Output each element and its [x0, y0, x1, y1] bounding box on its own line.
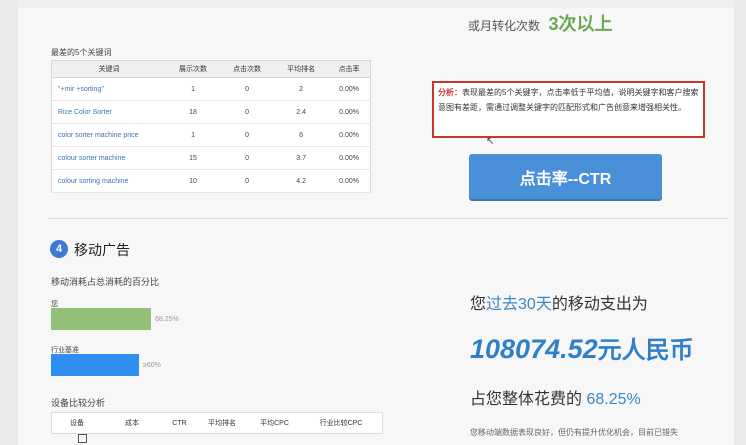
bar-percent-benchmark: ≥60% [143, 362, 161, 369]
keyword-link[interactable]: Rice Color Sorter [51, 100, 166, 124]
table-cell: 0.00% [328, 146, 371, 170]
keywords-title: 最差的5个关键词 [51, 48, 112, 57]
mobile-spend-line: 您过去30天的移动支出为 [470, 290, 648, 314]
mouse-cursor-icon: ↖ [486, 136, 495, 147]
device-compare-title: 设备比较分析 [51, 398, 106, 408]
conversion-label: 或月转化次数 [468, 19, 541, 33]
analysis-label: 分析： [438, 88, 462, 97]
table-cell: 0 [220, 169, 275, 193]
table-cell: 6 [274, 123, 329, 147]
col-clicks: 点击次数 [220, 60, 275, 78]
col-industry-cpc: 行业比较CPC [319, 420, 363, 427]
spend-period: 过去30天 [486, 296, 552, 313]
table-cell: 0 [220, 77, 275, 101]
col-device: 设备 [70, 420, 84, 427]
keyword-link[interactable]: "+mir +sorting" [51, 77, 166, 101]
col-ctr: 点击率 [328, 60, 371, 78]
keywords-table: 关键词 展示次数 点击次数 平均排名 点击率 "+mir +sorting" 1… [51, 60, 371, 193]
col-keyword: 关键词 [51, 60, 166, 78]
share-percent: 68.25% [586, 391, 641, 408]
table-cell: 0.00% [328, 100, 371, 124]
spend-prefix: 您 [470, 296, 487, 313]
report-page: 或月转化次数 3次以上 最差的5个关键词 关键词 展示次数 点击次数 平均排名 … [18, 0, 734, 445]
table-header-row: 关键词 展示次数 点击次数 平均排名 点击率 [51, 60, 371, 78]
table-cell: 2.4 [274, 100, 329, 124]
spend-suffix: 的移动支出为 [551, 296, 648, 313]
table-cell: 3.7 [274, 146, 329, 170]
ctr-button[interactable]: 点击率--CTR [469, 154, 662, 199]
device-checkbox-icon [78, 434, 87, 443]
col-avg-rank: 平均排名 [274, 60, 329, 78]
conversion-summary: 或月转化次数 3次以上 [468, 10, 612, 36]
table-row: color sorter machine price 1 0 6 0.00% [51, 123, 371, 147]
table-cell: 18 [166, 100, 221, 124]
share-prefix: 占您整体花费的 [470, 391, 583, 408]
table-cell: 1 [166, 77, 221, 101]
section-divider [48, 218, 728, 219]
table-row: Rice Color Sorter 18 0 2.4 0.00% [51, 100, 371, 124]
keyword-link[interactable]: colour sorter machine [51, 146, 166, 170]
footer-note: 您移动端数据表现良好，但仍有提升优化机会，目前已错失 [470, 428, 678, 437]
bar-you [51, 308, 151, 330]
analysis-text: 表现最差的5个关键字，点击率低于平均值，说明关键字和客户搜索意图有差距，需通过调… [438, 88, 699, 112]
mobile-spend-amount: 108074.52元人民币 [470, 330, 694, 365]
table-cell: 0 [220, 146, 275, 170]
col-avg-rank: 平均排名 [208, 420, 236, 427]
table-cell: 10 [166, 169, 221, 193]
col-cost: 成本 [125, 420, 139, 427]
col-impressions: 展示次数 [166, 60, 221, 78]
amount-currency: 元人民币 [597, 337, 694, 364]
table-cell: 2 [274, 77, 329, 101]
col-avg-cpc: 平均CPC [260, 420, 289, 427]
table-row: colour sorting machine 10 0 4.2 0.00% [51, 169, 371, 193]
table-row: colour sorter machine 15 0 3.7 0.00% [51, 146, 371, 170]
device-table-header: 设备 成本 CTR 平均排名 平均CPC 行业比较CPC [51, 412, 383, 434]
table-cell: 15 [166, 146, 221, 170]
table-cell: 0 [220, 123, 275, 147]
conversion-value: 3次以上 [548, 14, 613, 34]
spend-share-line: 占您整体花费的 68.25% [470, 385, 641, 409]
bar-percent-you: 68.25% [155, 316, 179, 323]
table-cell: 0 [220, 100, 275, 124]
table-row: "+mir +sorting" 1 0 2 0.00% [51, 77, 371, 101]
bar-benchmark [51, 354, 139, 376]
table-cell: 0.00% [328, 123, 371, 147]
mobile-share-subtitle: 移动消耗占总消耗的百分比 [51, 277, 160, 287]
amount-number: 108074.52 [470, 334, 598, 364]
table-cell: 0.00% [328, 77, 371, 101]
section-title: 移动广告 [74, 242, 130, 258]
table-cell: 1 [166, 123, 221, 147]
keyword-link[interactable]: colour sorting machine [51, 169, 166, 193]
section-number-badge: 4 [50, 240, 68, 258]
keyword-link[interactable]: color sorter machine price [51, 123, 166, 147]
top-divider [18, 0, 734, 8]
table-cell: 0.00% [328, 169, 371, 193]
analysis-callout: 分析：表现最差的5个关键字，点击率低于平均值，说明关键字和客户搜索意图有差距，需… [432, 81, 705, 138]
col-ctr: CTR [172, 419, 187, 427]
table-cell: 4.2 [274, 169, 329, 193]
